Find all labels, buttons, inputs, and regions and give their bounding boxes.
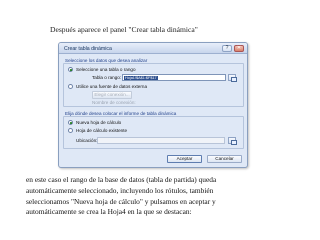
body-line: seleccionamos "Nueva hoja de cálculo" y … — [26, 196, 216, 206]
radio-new-sheet[interactable] — [68, 120, 73, 125]
cancel-button[interactable]: Cancelar — [207, 155, 242, 163]
radio-external-source[interactable] — [68, 84, 73, 89]
help-button[interactable]: ? — [222, 45, 232, 52]
radio-existing-sheet[interactable] — [68, 128, 73, 133]
radio-existing-sheet-label[interactable]: Hoja de cálculo existente — [76, 128, 127, 133]
location-label: Ubicación: — [76, 138, 98, 143]
body-line: en este caso el rango de la base de dato… — [26, 175, 217, 184]
dialog-title: Crear tabla dinámica — [64, 46, 112, 52]
choose-connection-button[interactable]: Elegir conexión... — [92, 91, 132, 99]
radio-external-source-label[interactable]: Utilice una fuente de datos externa — [76, 84, 147, 89]
location-input[interactable] — [97, 137, 225, 144]
radio-table-range[interactable] — [68, 67, 73, 72]
radio-table-range-label[interactable]: Seleccione una tabla o rango — [76, 67, 136, 72]
slide-title: Después aparece el panel "Crear tabla di… — [50, 25, 198, 34]
range-picker-icon[interactable] — [228, 74, 237, 82]
table-range-value: Hoja1!$A$1:$F$17 — [124, 76, 158, 81]
table-range-label: Tabla o rango: — [92, 75, 122, 80]
close-button[interactable]: ✕ — [234, 45, 244, 52]
create-pivot-table-dialog: Crear tabla dinámica ? ✕ Seleccione los … — [58, 42, 248, 168]
slide-body-text: en este caso el rango de la base de dato… — [26, 175, 298, 218]
radio-new-sheet-label[interactable]: Nueva hoja de cálculo — [76, 120, 121, 125]
location-picker-icon[interactable] — [228, 137, 237, 145]
dialog-titlebar: Crear tabla dinámica ? ✕ — [59, 43, 247, 54]
table-range-input[interactable]: Hoja1!$A$1:$F$17 — [122, 74, 226, 81]
ok-button[interactable]: Aceptar — [167, 155, 202, 163]
connection-name-label: Nombre de conexión: — [92, 100, 136, 105]
body-line: automáticamente seleccionado, incluyendo… — [26, 185, 214, 195]
body-line: automáticamente se crea la Hoja4 en la q… — [26, 207, 192, 217]
